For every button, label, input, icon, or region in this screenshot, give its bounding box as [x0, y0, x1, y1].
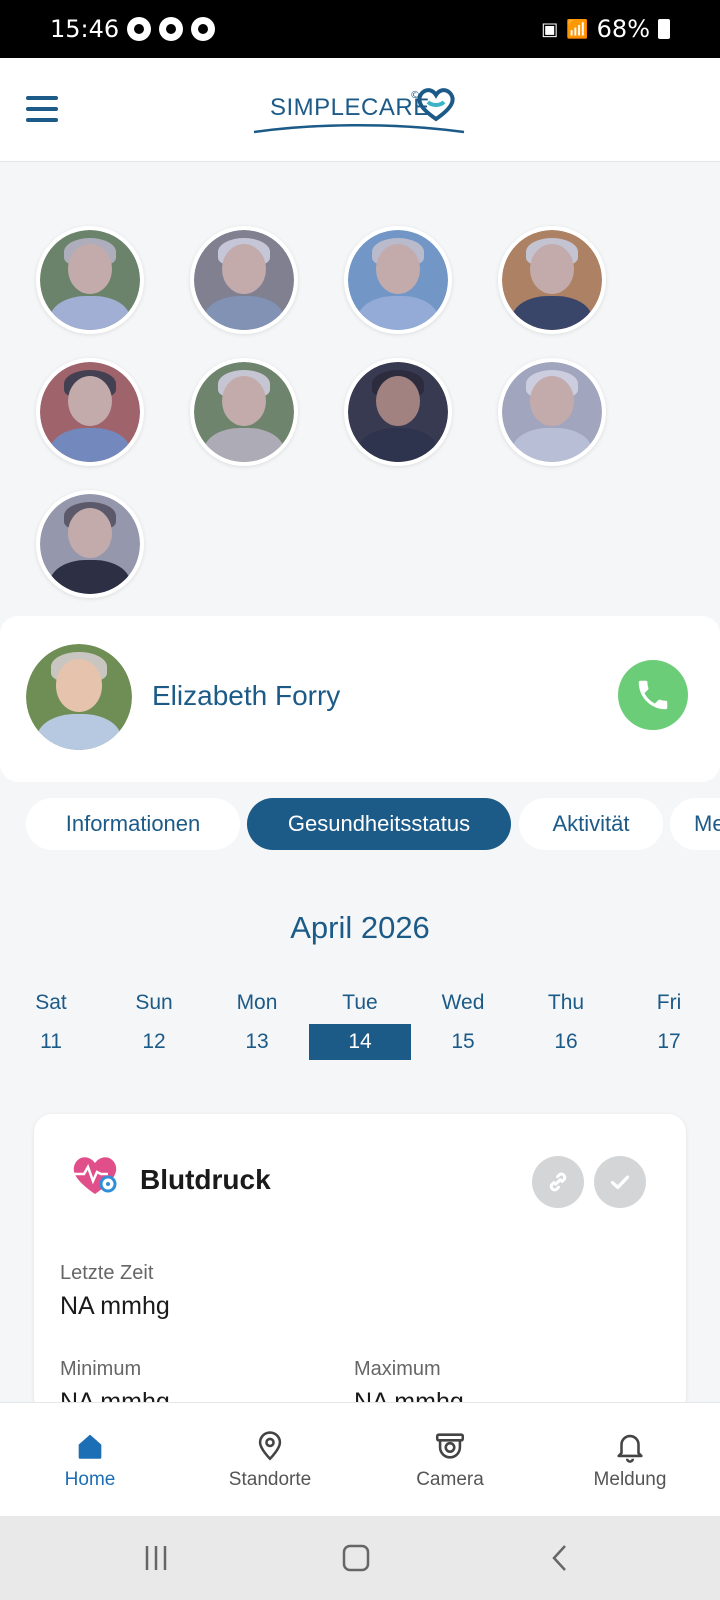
sync-icon — [191, 17, 216, 41]
tab-more[interactable]: Me — [670, 798, 720, 850]
detail-tabs: Informationen Gesundheitsstatus Aktivitä… — [0, 798, 720, 852]
home-square-icon — [342, 1544, 370, 1572]
wifi-icon: 📶 — [566, 18, 589, 40]
location-pin-icon — [258, 1431, 282, 1461]
contact-avatar[interactable] — [190, 226, 298, 334]
day-name: Mon — [236, 991, 278, 1014]
checkmark-icon — [610, 1175, 630, 1190]
day-tue-selected[interactable]: Tue 14 — [309, 988, 411, 1060]
contact-avatar[interactable] — [36, 490, 144, 598]
contact-avatar[interactable] — [344, 226, 452, 334]
day-name: Fri — [656, 991, 682, 1014]
contact-avatar[interactable] — [498, 226, 606, 334]
call-button[interactable] — [618, 660, 688, 730]
day-sat[interactable]: Sat 11 — [0, 988, 102, 1060]
day-number: 17 — [657, 1030, 681, 1053]
day-fri[interactable]: Fri 17 — [618, 988, 720, 1060]
nav-camera[interactable]: Camera — [360, 1403, 540, 1517]
nav-camera-label: Camera — [416, 1469, 484, 1490]
day-name: Tue — [342, 991, 378, 1014]
simplecare-logo: SIMPLECARE © — [250, 86, 470, 136]
confirm-button[interactable] — [594, 1156, 646, 1208]
logo-text: SIMPLECARE — [270, 94, 430, 121]
calendar-month: April 2026 — [290, 910, 430, 945]
home-system-button[interactable] — [296, 1516, 416, 1600]
recent-apps-icon — [145, 1546, 167, 1570]
day-name: Sun — [135, 991, 173, 1014]
bell-icon — [617, 1434, 643, 1463]
minimum-label: Minimum — [60, 1358, 142, 1380]
contact-avatar[interactable] — [36, 226, 144, 334]
nav-home[interactable]: Home — [0, 1403, 180, 1517]
nav-standorte[interactable]: Standorte — [180, 1403, 360, 1517]
battery-level: 68% — [596, 15, 650, 43]
status-time: 15:46 — [50, 15, 120, 43]
day-number: 12 — [142, 1030, 166, 1053]
home-icon — [78, 1434, 102, 1459]
bottom-navigation: Home Standorte Camera Meldung — [0, 1402, 720, 1516]
day-number: 11 — [40, 1030, 62, 1053]
day-name: Wed — [441, 991, 485, 1014]
battery-icon — [658, 19, 670, 39]
whatsapp-icon — [159, 17, 184, 41]
heart-pulse-icon — [73, 1157, 117, 1194]
nav-meldung-label: Meldung — [593, 1469, 667, 1490]
app-header: SIMPLECARE © — [0, 58, 720, 162]
day-number: 13 — [245, 1030, 269, 1053]
day-wed[interactable]: Wed 15 — [412, 988, 514, 1060]
selected-person-avatar[interactable] — [26, 644, 132, 750]
day-number: 16 — [554, 1030, 578, 1053]
status-bar: 15:46 ▣ 📶 68% — [0, 0, 720, 58]
phone-icon — [638, 680, 668, 710]
back-button[interactable] — [500, 1516, 620, 1600]
day-number: 15 — [451, 1030, 475, 1053]
nav-meldung[interactable]: Meldung — [540, 1403, 720, 1517]
tab-informationen[interactable]: Informationen — [26, 798, 240, 850]
contact-avatar[interactable] — [190, 358, 298, 466]
selected-person-name: Elizabeth Forry — [152, 680, 341, 711]
contact-avatar[interactable] — [36, 358, 144, 466]
logo-swoosh — [253, 123, 465, 134]
nav-home-label: Home — [64, 1469, 116, 1490]
blood-pressure-card: Blutdruck Letzte Zeit NA mmhg Minimum NA… — [34, 1114, 686, 1416]
last-time-value: NA mmhg — [60, 1292, 170, 1320]
logo-heart-icon — [417, 88, 455, 122]
back-chevron-icon — [552, 1545, 566, 1571]
maximum-label: Maximum — [354, 1358, 441, 1380]
contact-avatar[interactable] — [344, 358, 452, 466]
contact-avatar[interactable] — [498, 358, 606, 466]
day-number: 14 — [309, 1024, 411, 1060]
day-sun[interactable]: Sun 12 — [103, 988, 205, 1060]
tab-aktivitaet[interactable]: Aktivität — [519, 798, 663, 850]
link-button[interactable] — [532, 1156, 584, 1208]
menu-icon[interactable] — [26, 96, 58, 122]
camera-icon — [435, 1433, 465, 1459]
system-navigation-bar — [0, 1516, 720, 1600]
metric-title: Blutdruck — [140, 1164, 271, 1195]
day-thu[interactable]: Thu 16 — [515, 988, 617, 1060]
day-name: Thu — [547, 991, 585, 1014]
day-mon[interactable]: Mon 13 — [206, 988, 308, 1060]
recent-apps-button[interactable] — [96, 1516, 216, 1600]
nav-standorte-label: Standorte — [228, 1469, 312, 1490]
day-name: Sat — [35, 991, 67, 1014]
last-time-label: Letzte Zeit — [60, 1262, 154, 1284]
app-notification-icon — [127, 17, 152, 41]
link-icon — [549, 1172, 567, 1192]
tab-gesundheitsstatus[interactable]: Gesundheitsstatus — [247, 798, 511, 850]
lock-icon: ▣ — [541, 18, 559, 40]
selected-person-card: Elizabeth Forry — [0, 616, 720, 782]
